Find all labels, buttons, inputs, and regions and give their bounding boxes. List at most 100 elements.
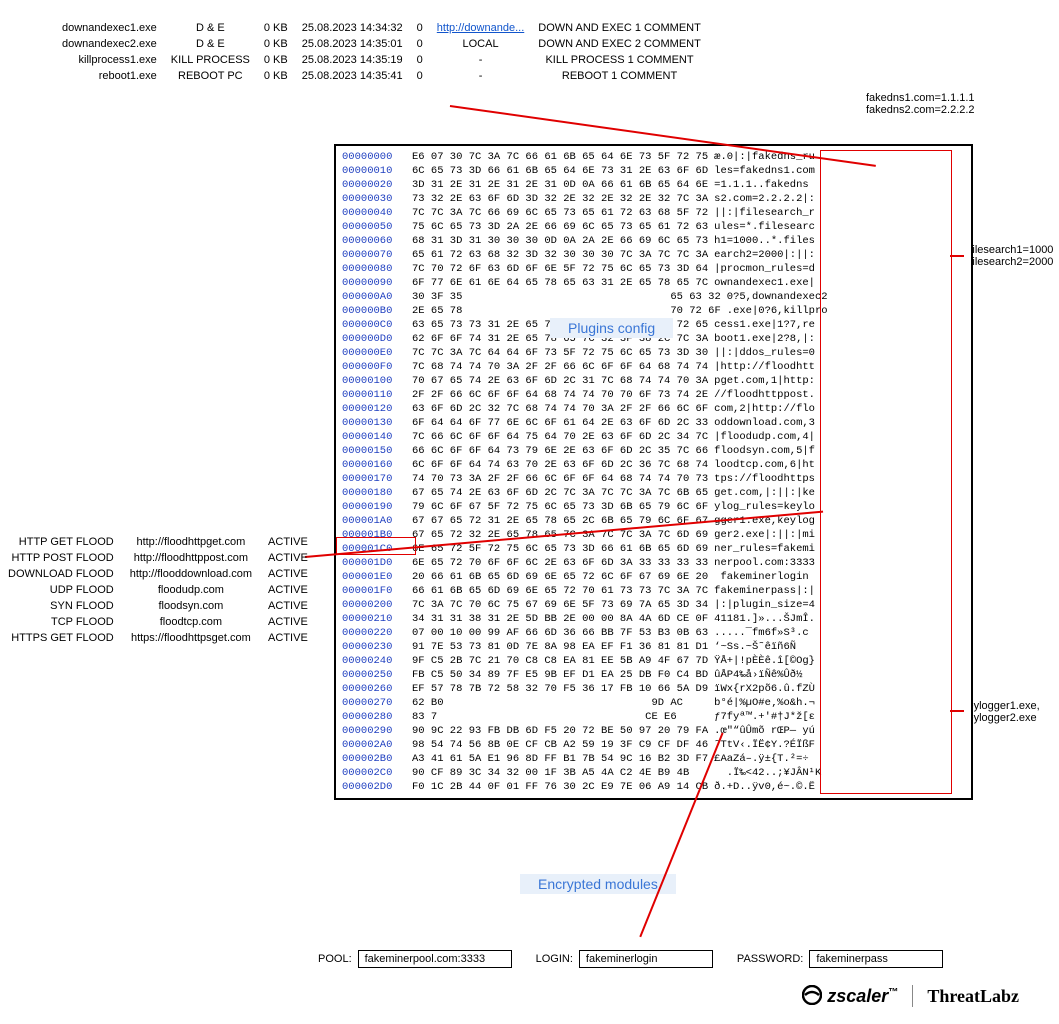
flood-label: HTTP POST FLOOD [0, 550, 122, 566]
hex-row: 00000000E6 07 30 7C 3A 7C 66 61 6B 65 64… [342, 150, 965, 164]
process-date: 25.08.2023 14:34:32 [295, 20, 410, 36]
process-url-link[interactable]: http://downande... [437, 22, 524, 34]
hex-bytes: 79 6C 6F 67 5F 72 75 6C 65 73 3D 6B 65 7… [412, 501, 708, 513]
hex-row: 000002C090 CF 89 3C 34 32 00 1F 3B A5 4A… [342, 766, 965, 780]
hex-ascii: fakeminerlogin [714, 570, 815, 584]
hex-offset: 00000120 [342, 402, 412, 416]
hex-bytes: 6C 6F 6F 64 74 63 70 2E 63 6F 6D 2C 36 7… [412, 459, 708, 471]
flood-url: floodtcp.com [122, 614, 260, 630]
hex-ascii: .exe|0?6,killpro [727, 304, 828, 318]
flood-status: ACTIVE [260, 598, 316, 614]
flood-label: HTTP GET FLOOD [0, 534, 122, 550]
process-size: 0 KB [257, 68, 295, 84]
flood-label: UDP FLOOD [0, 582, 122, 598]
hex-offset: 00000050 [342, 220, 412, 234]
hex-ascii: floodsyn.com,5|f [714, 444, 815, 458]
hex-ascii: æ.0|:|fakedns_ru [714, 150, 815, 164]
hex-offset: 00000100 [342, 374, 412, 388]
process-row: downandexec1.exeD & E0 KB25.08.2023 14:3… [55, 20, 708, 36]
hex-offset: 000001E0 [342, 570, 412, 584]
hex-row: 000001606C 6F 6F 64 74 63 70 2E 63 6F 6D… [342, 458, 965, 472]
hex-ascii: |procmon_rules=d [714, 262, 815, 276]
pool-value: fakeminerpool.com:3333 [358, 950, 512, 968]
hex-offset: 000000A0 [342, 290, 412, 304]
flood-url: https://floodhttpsget.com [122, 630, 260, 646]
hex-bytes: E6 07 30 7C 3A 7C 66 61 6B 65 64 6E 73 5… [412, 151, 708, 163]
hex-ascii: |floodudp.com,4| [714, 430, 815, 444]
process-row: reboot1.exeREBOOT PC0 KB25.08.2023 14:35… [55, 68, 708, 84]
password-value: fakeminerpass [809, 950, 943, 968]
hex-offset: 00000250 [342, 668, 412, 682]
connector-fs [950, 255, 964, 257]
hex-offset: 000002A0 [342, 738, 412, 752]
flood-url: floodudp.com [122, 582, 260, 598]
hex-ascii: ûÅP4‰å›ïÑê%Ûð½ [714, 668, 802, 682]
hex-row: 0000005075 6C 65 73 3D 2A 2E 66 69 6C 65… [342, 220, 965, 234]
hex-bytes: F0 1C 2B 44 0F 01 FF 76 30 2C E9 7E 06 A… [412, 781, 708, 793]
hex-row: 000000407C 7C 3A 7C 66 69 6C 65 73 65 61… [342, 206, 965, 220]
process-row: downandexec2.exeD & E0 KB25.08.2023 14:3… [55, 36, 708, 52]
hex-offset: 000000E0 [342, 346, 412, 360]
hex-row: 000000E07C 7C 3A 7C 64 64 6F 73 5F 72 75… [342, 346, 965, 360]
hex-offset: 000000B0 [342, 304, 412, 318]
hex-bytes: FB C5 50 34 89 7F E5 9B EF D1 EA 25 DB F… [412, 669, 708, 681]
process-flag: 0 [410, 68, 430, 84]
hex-ascii: s2.com=2.2.2.2|: [714, 192, 815, 206]
process-comment: REBOOT 1 COMMENT [531, 68, 708, 84]
flood-status: ACTIVE [260, 550, 316, 566]
hex-row: 0000023091 7E 53 73 81 0D 7E 8A 98 EA EF… [342, 640, 965, 654]
hex-row: 0000027062 B0 9D AC b°é|%µO#e‚%o&h.¬ [342, 696, 965, 710]
hex-bytes: EF 57 78 7B 72 58 32 70 F5 36 17 FB 10 6… [412, 683, 708, 695]
hex-ascii: ||:|ddos_rules=0 [714, 346, 815, 360]
process-comment: DOWN AND EXEC 1 COMMENT [531, 20, 708, 36]
hex-row: 0000019079 6C 6F 67 5F 72 75 6C 65 73 3D… [342, 500, 965, 514]
hex-bytes: 2E 65 78 70 72 6F [412, 305, 721, 317]
hex-ascii: earch2=2000|:||: [714, 248, 815, 262]
process-url: - [430, 68, 531, 84]
hex-offset: 00000290 [342, 724, 412, 738]
process-url: http://downande... [430, 20, 531, 36]
hex-bytes: 20 66 61 6B 65 6D 69 6E 65 72 6C 6F 67 6… [412, 571, 708, 583]
hex-bytes: 73 32 2E 63 6F 6D 3D 32 2E 32 2E 32 2E 3… [412, 193, 708, 205]
hex-bytes: 66 6C 6F 6F 64 73 79 6E 2E 63 6F 6D 2C 3… [412, 445, 708, 457]
flood-row: HTTP GET FLOODhttp://floodhttpget.comACT… [0, 534, 316, 550]
hex-offset: 000002C0 [342, 766, 412, 780]
hex-offset: 00000160 [342, 458, 412, 472]
flood-url: http://floodhttpget.com [122, 534, 260, 550]
hex-bytes: 3D 31 2E 31 2E 31 2E 31 0D 0A 66 61 6B 6… [412, 179, 708, 191]
flood-status: ACTIVE [260, 566, 316, 582]
hex-row: 000002409F C5 2B 7C 21 70 C8 C8 EA 81 EE… [342, 654, 965, 668]
hex-offset: 00000040 [342, 206, 412, 220]
process-comment: KILL PROCESS 1 COMMENT [531, 52, 708, 68]
brand-bar: zscaler™ ThreatLabz [802, 985, 1019, 1007]
flood-url: http://floodhttppost.com [122, 550, 260, 566]
hex-ascii: .....¯fm6f»S³.c [714, 626, 809, 640]
process-size: 0 KB [257, 52, 295, 68]
flood-status: ACTIVE [260, 614, 316, 630]
hex-row: 0000010070 67 65 74 2E 63 6F 6D 2C 31 7C… [342, 374, 965, 388]
flood-row: HTTPS GET FLOODhttps://floodhttpsget.com… [0, 630, 316, 646]
hex-ascii: boot1.exe|2?8,|: [714, 332, 815, 346]
flood-status: ACTIVE [260, 630, 316, 646]
process-file: reboot1.exe [55, 68, 164, 84]
hex-offset: 00000170 [342, 472, 412, 486]
hex-bytes: 90 CF 89 3C 34 32 00 1F 3B A5 4A C2 4E B… [412, 767, 721, 779]
hex-offset: 00000150 [342, 444, 412, 458]
hex-bytes: 9F C5 2B 7C 21 70 C8 C8 EA 81 EE 5B A9 4… [412, 655, 708, 667]
hex-row: 000000A030 3F 35 65 63 320?5,downandexec… [342, 290, 965, 304]
connector-kl [950, 710, 964, 712]
hex-offset: 00000140 [342, 430, 412, 444]
miner-credentials: POOL: fakeminerpool.com:3333 LOGIN: fake… [300, 950, 943, 968]
flood-row: DOWNLOAD FLOODhttp://flooddownload.comAC… [0, 566, 316, 582]
login-label: LOGIN: [536, 953, 573, 965]
hex-bytes: 7C 7C 3A 7C 66 69 6C 65 73 65 61 72 63 6… [412, 207, 708, 219]
zscaler-logo: zscaler™ [802, 985, 898, 1007]
hex-bytes: 91 7E 53 73 81 0D 7E 8A 98 EA EF F1 36 8… [412, 641, 708, 653]
hex-ascii: |http://floodhtt [714, 360, 815, 374]
flood-row: HTTP POST FLOODhttp://floodhttppost.comA… [0, 550, 316, 566]
process-url: LOCAL [430, 36, 531, 52]
hex-bytes: 90 9C 22 93 FB DB 6D F5 20 72 BE 50 97 2… [412, 725, 708, 737]
hex-bytes: 6C 65 73 3D 66 61 6B 65 64 6E 73 31 2E 6… [412, 165, 708, 177]
hex-ascii: //floodhttppost. [714, 388, 815, 402]
hex-dump: 00000000E6 07 30 7C 3A 7C 66 61 6B 65 64… [334, 144, 973, 800]
